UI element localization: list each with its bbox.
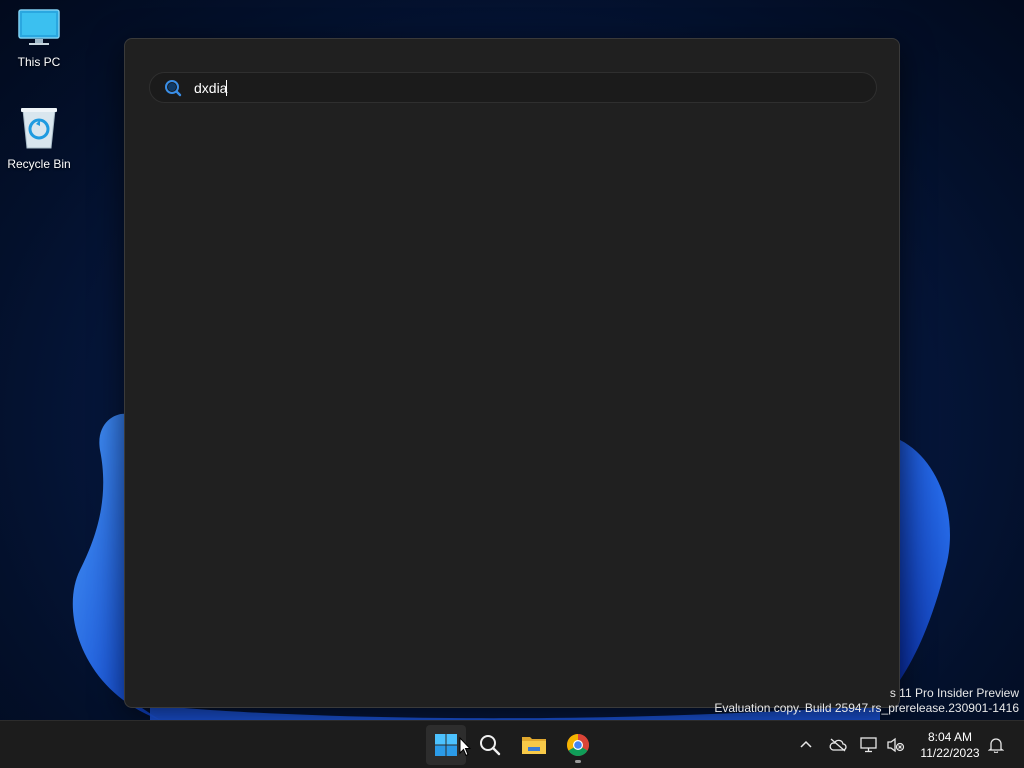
taskbar-clock[interactable]: 8:04 AM 11/22/2023 — [912, 729, 988, 761]
taskbar: 8:04 AM 11/22/2023 — [0, 720, 1024, 768]
desktop-icon-label: Recycle Bin — [7, 157, 71, 171]
bell-icon — [988, 738, 1004, 753]
running-indicator — [575, 760, 581, 763]
mouse-cursor-icon — [459, 737, 471, 757]
chevron-up-icon — [800, 740, 812, 748]
desktop-icon-this-pc[interactable]: This PC — [1, 8, 77, 69]
recycle-bin-icon — [21, 108, 57, 149]
watermark-line-1: s 11 Pro Insider Preview — [889, 686, 1019, 700]
monitor-icon — [18, 9, 60, 45]
volume-tray-button[interactable] — [884, 733, 908, 757]
taskbar-chrome-button[interactable] — [558, 725, 598, 765]
search-input[interactable]: dxdia — [149, 72, 877, 103]
volume-muted-icon — [887, 737, 905, 753]
clock-time: 8:04 AM — [927, 730, 973, 744]
notifications-button[interactable] — [984, 733, 1008, 757]
desktop-icon-recycle-bin[interactable]: Recycle Bin — [1, 106, 77, 171]
text-caret — [226, 79, 228, 96]
folder-icon — [522, 737, 546, 754]
clock-date: 11/22/2023 — [920, 746, 980, 760]
desktop-icon-label: This PC — [17, 55, 61, 69]
network-icon — [860, 737, 877, 753]
search-icon — [165, 79, 182, 96]
show-hidden-icons-button[interactable] — [794, 733, 818, 757]
chrome-icon — [567, 734, 589, 756]
network-tray-button[interactable] — [857, 733, 881, 757]
windows-start-icon — [435, 734, 457, 756]
search-flyout: dxdia — [124, 38, 900, 708]
watermark-line-2: Evaluation copy. Build 25947.rs_prerelea… — [714, 701, 1019, 715]
taskbar-search-button[interactable] — [470, 725, 510, 765]
taskbar-file-explorer-button[interactable] — [514, 725, 554, 765]
search-query-text: dxdia — [194, 79, 228, 96]
search-icon — [480, 735, 501, 756]
onedrive-tray-button[interactable] — [826, 733, 850, 757]
evaluation-watermark: s 11 Pro Insider Preview Evaluation copy… — [714, 686, 1019, 716]
cloud-off-icon — [829, 738, 847, 752]
